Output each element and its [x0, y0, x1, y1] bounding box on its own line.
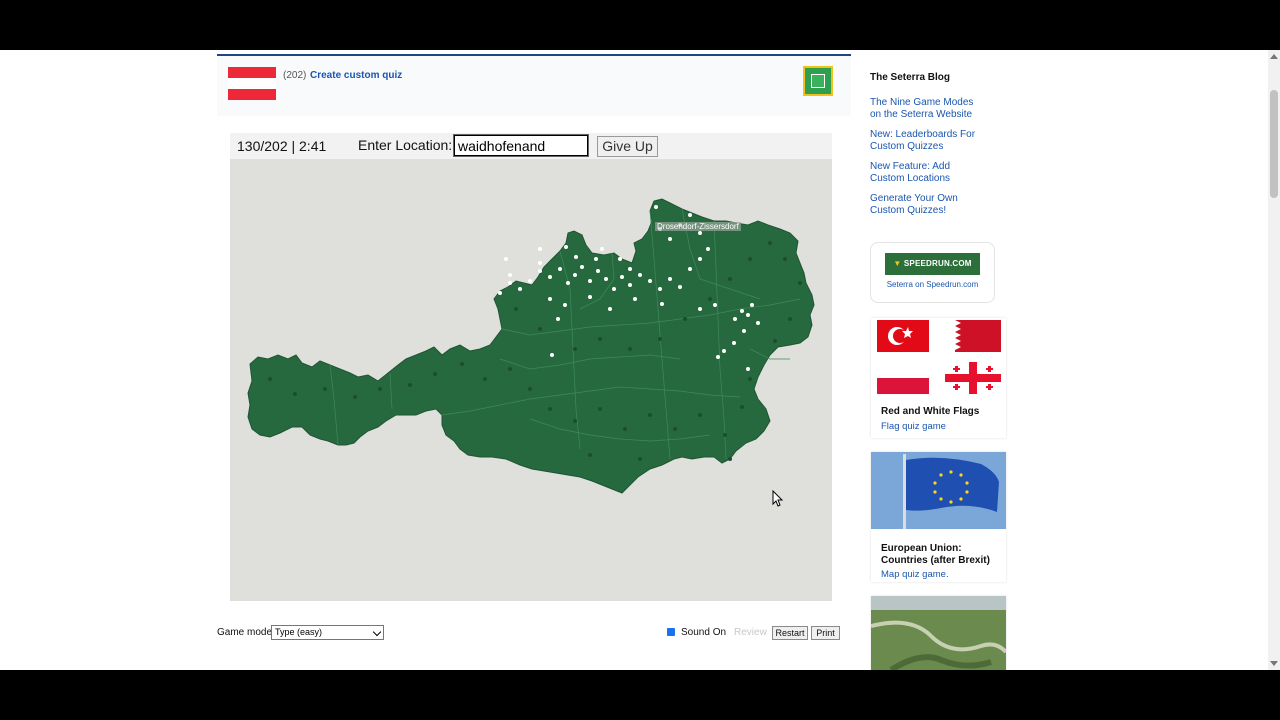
mouse-pointer-icon	[772, 490, 784, 507]
location-input[interactable]	[453, 134, 589, 157]
game-mode-select[interactable]: Type (easy)	[271, 625, 384, 640]
card-subtitle[interactable]: Map quiz game.	[881, 569, 949, 580]
blog-link-leaderboards[interactable]: New: Leaderboards For Custom Quizzes	[870, 129, 980, 153]
location-count: (202)	[283, 70, 307, 81]
blog-link-custom-locations[interactable]: New Feature: Add Custom Locations	[870, 161, 980, 185]
eu-flag-image	[871, 452, 1006, 529]
card-title: European Union: Countries (after Brexit)	[881, 543, 990, 566]
give-up-button[interactable]: Give Up	[597, 136, 658, 157]
river-card[interactable]	[871, 596, 1006, 670]
scroll-down-icon[interactable]	[1270, 661, 1278, 666]
flagpole	[903, 454, 906, 529]
scroll-thumb[interactable]	[1270, 90, 1278, 198]
seterra-page: (202) Create custom quiz 130/202 | 2:41 …	[0, 50, 1268, 670]
red-white-flags-card[interactable]: Red and White Flags Flag quiz game	[871, 318, 1006, 438]
page-scrollbar[interactable]	[1268, 50, 1280, 670]
video-letterbox-bottom	[0, 670, 1280, 720]
game-bar: 130/202 | 2:41 Enter Location: Give Up	[230, 133, 832, 159]
restart-button[interactable]: Restart	[772, 626, 808, 640]
score-timer: 130/202 | 2:41	[237, 138, 327, 154]
river-aerial-image	[871, 596, 1006, 670]
flag-collage-image	[877, 320, 1001, 394]
poland-flag	[877, 362, 929, 378]
scroll-up-icon[interactable]	[1270, 54, 1278, 59]
print-button[interactable]: Print	[811, 626, 840, 640]
speedrun-caption: Seterra on Speedrun.com	[886, 280, 979, 289]
speedrun-logo: ▼ SPEEDRUN.COM	[885, 253, 980, 275]
austria-map[interactable]	[230, 159, 832, 601]
blog-title: The Seterra Blog	[870, 72, 951, 83]
create-custom-quiz-link[interactable]: Create custom quiz	[310, 70, 402, 81]
eu-countries-card[interactable]: European Union: Countries (after Brexit)…	[871, 452, 1006, 582]
sound-checkbox[interactable]	[667, 628, 675, 636]
trophy-icon: ▼	[893, 259, 904, 268]
quiz-header	[217, 56, 851, 116]
map-town-label: Drosendorf-Zissersdorf	[655, 222, 741, 231]
austria-flag	[228, 67, 276, 100]
game-mode-value: Type (easy)	[275, 627, 323, 637]
enter-location-label: Enter Location:	[358, 137, 453, 153]
sound-label: Sound On	[681, 627, 727, 638]
game-controls: Game mode: Type (easy) Sound On Review R…	[217, 625, 851, 645]
review-button[interactable]: Review	[734, 627, 767, 638]
speedrun-card[interactable]: ▼ SPEEDRUN.COM Seterra on Speedrun.com	[870, 242, 995, 303]
austria-outline[interactable]	[247, 198, 815, 494]
card-subtitle[interactable]: Flag quiz game	[881, 421, 946, 432]
blog-link-custom-quizzes[interactable]: Generate Your Own Custom Quizzes!	[870, 193, 980, 217]
classroom-icon	[811, 74, 825, 88]
video-letterbox-top	[0, 0, 1280, 50]
chevron-down-icon	[372, 627, 382, 637]
blog-link-game-modes[interactable]: The Nine Game Modes on the Seterra Websi…	[870, 97, 980, 121]
game-area[interactable]: 130/202 | 2:41 Enter Location: Give Up	[230, 133, 832, 601]
card-title: Red and White Flags	[881, 406, 980, 417]
google-classroom-button[interactable]	[803, 66, 833, 96]
game-mode-label: Game mode:	[217, 627, 275, 638]
